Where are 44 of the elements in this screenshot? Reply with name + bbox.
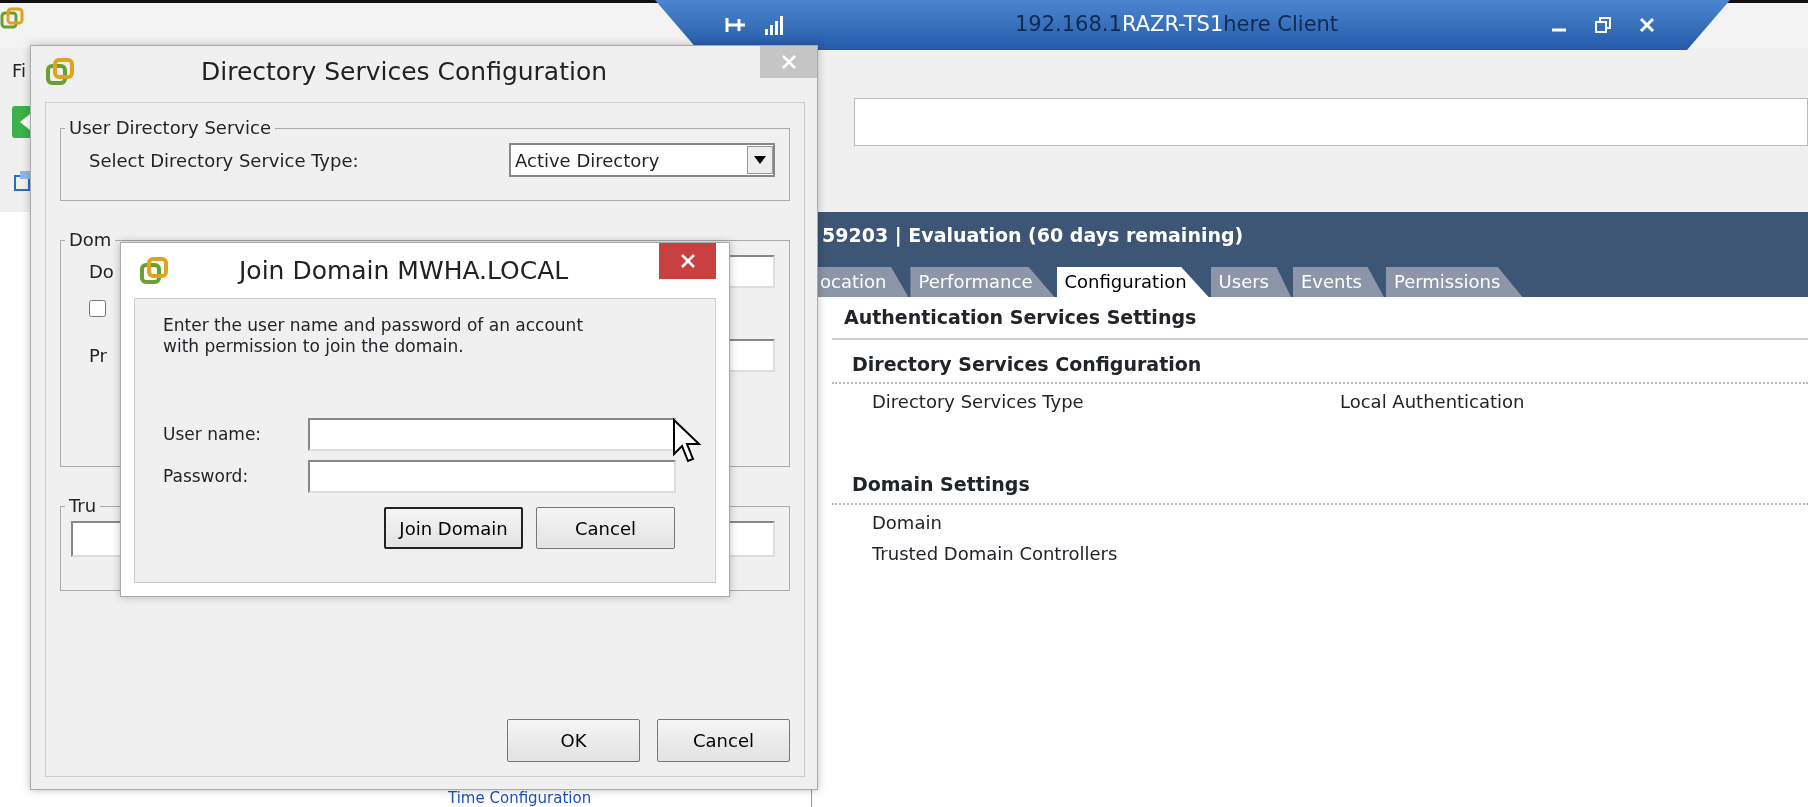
restore-icon[interactable] [1595,17,1611,33]
tree-link[interactable]: Time Configuration [448,790,811,807]
close-icon [679,253,696,269]
field-label: User name: [163,422,263,446]
field-label: Select Directory Service Type: [89,148,359,173]
tab[interactable]: Configuration [1056,267,1209,297]
window-title: 192.168.1 [1015,11,1122,39]
menu-item[interactable]: Fi [12,57,27,84]
group-title: Dom [68,231,113,249]
field-label: Do [89,260,114,284]
dialog-button[interactable]: Cancel [657,719,790,762]
text-field[interactable] [308,418,676,451]
app-logo-icon [139,255,169,286]
checkbox[interactable] [89,300,106,317]
signal-icon [765,15,783,35]
app-logo-icon [45,57,75,87]
property-value: Local Authentication [1340,390,1525,414]
close-icon [780,54,797,70]
group-title: Tru [68,497,98,515]
dialog-title: Directory Services Configuration [201,56,608,89]
window-title: RAZR-TS1 [1121,11,1224,39]
section-title: Authentication Services Settings [832,303,1808,340]
pin-icon[interactable] [725,16,747,34]
dialog-button[interactable]: OK [507,719,640,762]
app-logo-icon [0,7,24,31]
close-button[interactable] [659,243,716,279]
close-icon[interactable] [1639,17,1655,33]
mouse-cursor-icon [672,418,702,464]
instruction-text: Enter the user name and password of an account with permission to join the domain. [163,315,585,357]
group-title: Domain Settings [832,460,1808,505]
dialog-button[interactable]: Join Domain [384,507,523,549]
dialog-title: Join Domain MWHA.LOCAL [239,254,569,287]
group-title: Directory Services Configuration [832,339,1808,384]
property-label: Directory Services Type [872,390,1085,414]
group-title: User Directory Service [68,119,272,137]
property-label: Trusted Domain Controllers [872,541,1119,566]
text-field[interactable] [308,460,676,493]
property-label: Domain [872,510,943,535]
window-title: here Client [1223,11,1339,39]
caret-icon [754,156,766,164]
dialog-button[interactable]: Cancel [536,507,675,549]
dropdown[interactable]: Active Directory [509,143,775,177]
field-label: Password: [163,464,250,488]
field-label: Pr [89,344,107,368]
